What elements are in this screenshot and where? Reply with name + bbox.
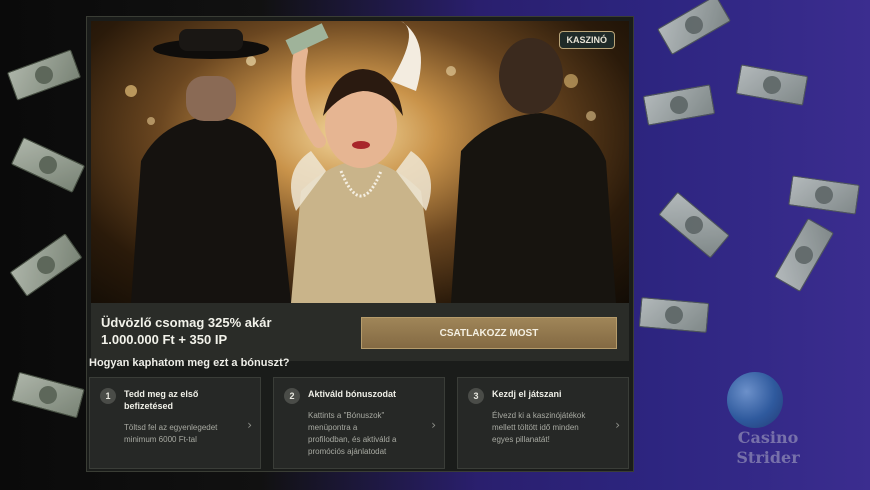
step-desc-line: Töltsd fel az egyenlegedet — [124, 423, 218, 432]
step-number: 3 — [468, 388, 484, 404]
step-title-line: befizetésed — [124, 401, 174, 411]
step-number: 1 — [100, 388, 116, 404]
bonus-panel: KASZINÓ Üdvözlő csomag 325% akár 1.000.0… — [86, 16, 634, 472]
money-bill — [642, 84, 716, 126]
step-title: Aktiváld bónuszodat — [308, 388, 428, 400]
money-bill — [9, 233, 83, 297]
step-description: Kattints a "Bónuszok" menüpontra a profi… — [308, 410, 428, 458]
money-bill — [735, 64, 809, 106]
step-desc-line: menüpontra a — [308, 423, 358, 432]
step-title-line: Kezdj el játszani — [492, 389, 562, 399]
money-bill — [788, 175, 860, 215]
step-title-line: Aktiváld bónuszodat — [308, 389, 397, 399]
step-desc-line: Kattints a "Bónuszok" — [308, 411, 385, 420]
watermark-logo: Casino Strider — [718, 428, 818, 468]
money-bill — [6, 49, 82, 101]
chevron-right-icon: › — [615, 418, 620, 432]
chevron-right-icon: › — [247, 418, 252, 432]
join-now-button[interactable]: CSATLAKOZZ MOST — [361, 317, 617, 349]
money-bill — [657, 0, 731, 55]
money-bill — [11, 371, 85, 419]
promo-bar: Üdvözlő csomag 325% akár 1.000.000 Ft + … — [91, 303, 629, 361]
step-title: Kezdj el játszani — [492, 388, 612, 400]
step-number: 2 — [284, 388, 300, 404]
step-desc-line: promóciós ajánlatodat — [308, 447, 387, 456]
hero-illustration — [125, 21, 616, 303]
step-desc-line: mellett töltött idő minden — [492, 423, 579, 432]
howto-title: Hogyan kaphatom meg ezt a bónuszt? — [89, 357, 290, 369]
money-bill — [658, 191, 730, 259]
step-card-2[interactable]: 2 Aktiváld bónuszodat Kattints a "Bónusz… — [273, 377, 445, 469]
watermark-line2: Strider — [736, 448, 800, 467]
step-card-3[interactable]: 3 Kezdj el játszani Élvezd ki a kaszinój… — [457, 377, 629, 469]
money-bill — [638, 297, 710, 333]
promo-line2: 1.000.000 Ft + 350 IP — [101, 332, 228, 347]
hero-image: KASZINÓ — [91, 21, 629, 303]
step-title-line: Tedd meg az első — [124, 389, 199, 399]
step-card-1[interactable]: 1 Tedd meg az első befizetésed Töltsd fe… — [89, 377, 261, 469]
step-desc-line: Élvezd ki a kaszinójátékok — [492, 411, 586, 420]
step-desc-line: egyes pillanatát! — [492, 435, 550, 444]
money-bill — [10, 137, 86, 193]
step-desc-line: profilodban, és aktiváld a — [308, 435, 397, 444]
step-title: Tedd meg az első befizetésed — [124, 388, 244, 412]
step-description: Élvezd ki a kaszinójátékok mellett töltö… — [492, 410, 612, 446]
chevron-right-icon: › — [431, 418, 436, 432]
watermark-globe-icon — [727, 372, 783, 428]
step-desc-line: minimum 6000 Ft-tal — [124, 435, 197, 444]
casino-badge: KASZINÓ — [558, 31, 615, 49]
watermark-line1: Casino — [737, 428, 799, 447]
promo-line1: Üdvözlő csomag 325% akár — [101, 315, 272, 330]
promo-headline: Üdvözlő csomag 325% akár 1.000.000 Ft + … — [101, 314, 341, 348]
step-description: Töltsd fel az egyenlegedet minimum 6000 … — [124, 422, 244, 446]
money-bill — [774, 218, 834, 292]
